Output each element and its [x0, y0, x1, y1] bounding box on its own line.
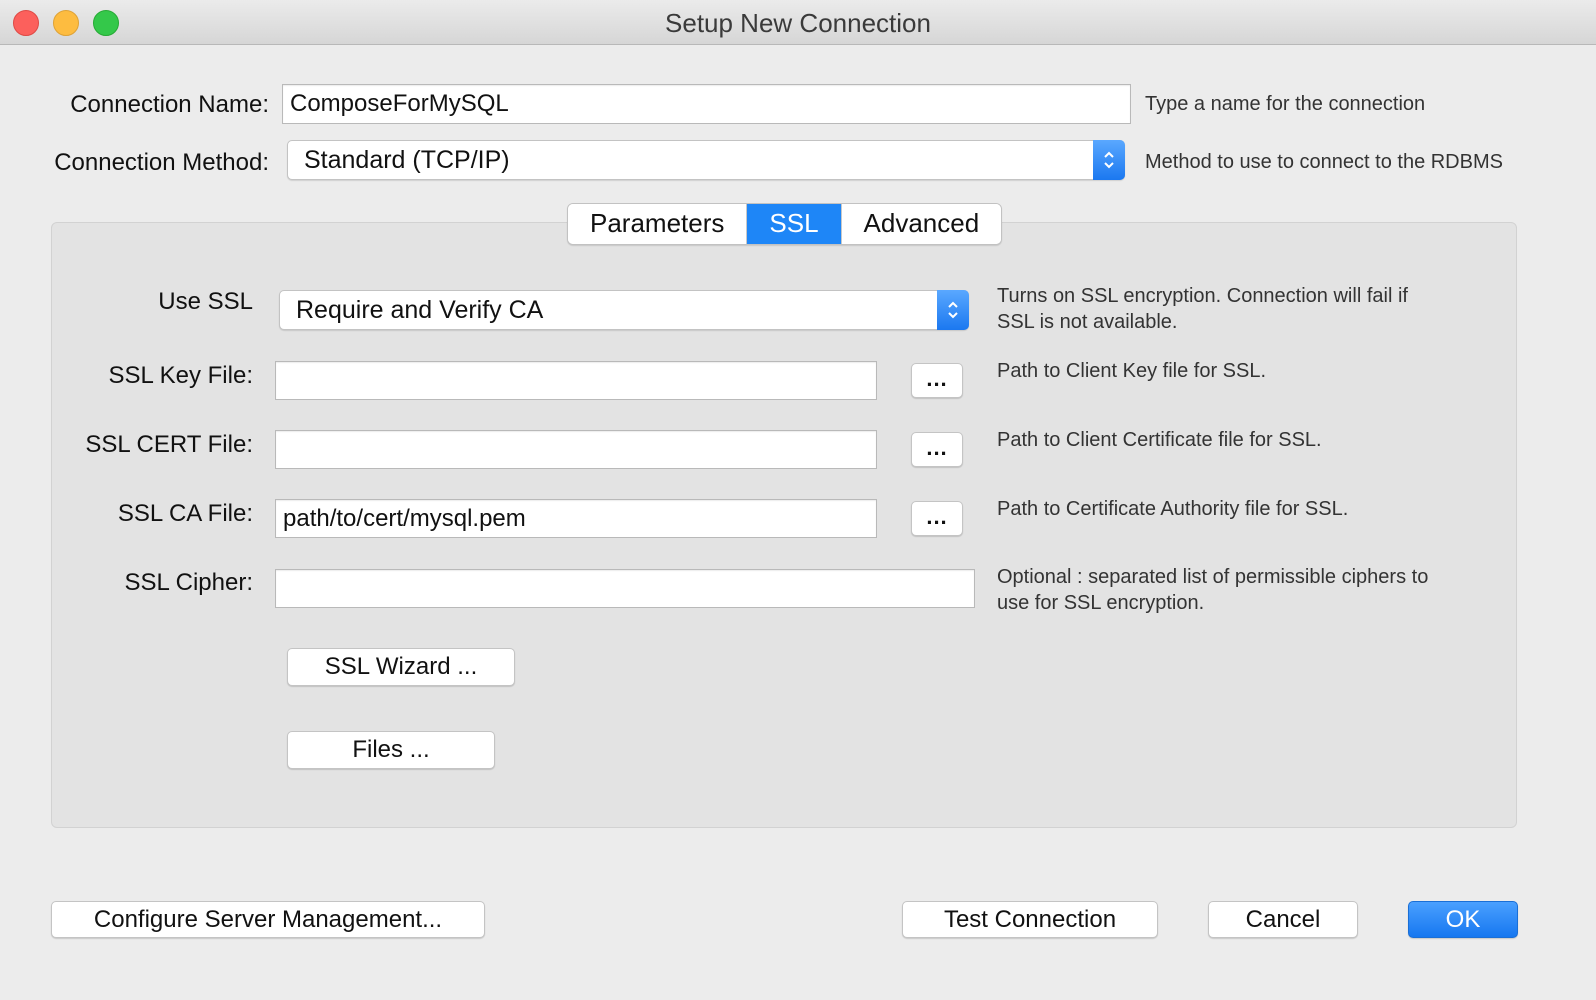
- ssl-key-file-hint: Path to Client Key file for SSL.: [997, 360, 1267, 382]
- tab-parameters[interactable]: Parameters: [568, 204, 748, 244]
- tab-advanced[interactable]: Advanced: [841, 204, 1002, 244]
- ok-button[interactable]: OK: [1408, 901, 1518, 938]
- ssl-ca-file-browse-button[interactable]: ...: [911, 501, 963, 536]
- configure-server-management-button[interactable]: Configure Server Management...: [51, 901, 485, 938]
- ssl-cert-file-hint: Path to Client Certificate file for SSL.: [997, 429, 1322, 451]
- ssl-cert-file-label: SSL CERT File:: [85, 431, 253, 458]
- cancel-button[interactable]: Cancel: [1208, 901, 1358, 938]
- chevron-up-down-icon: [1093, 140, 1125, 180]
- ssl-ca-file-hint: Path to Certificate Authority file for S…: [997, 498, 1349, 520]
- connection-method-hint: Method to use to connect to the RDBMS: [1145, 151, 1503, 173]
- window-title: Setup New Connection: [665, 8, 931, 38]
- use-ssl-select[interactable]: Require and Verify CA: [279, 290, 969, 330]
- ssl-cipher-input[interactable]: [275, 569, 975, 608]
- tab-ssl[interactable]: SSL: [747, 204, 842, 244]
- use-ssl-hint-line1: Turns on SSL encryption. Connection will…: [997, 285, 1408, 307]
- connection-name-hint: Type a name for the connection: [1145, 93, 1426, 115]
- ssl-cert-file-browse-button[interactable]: ...: [911, 432, 963, 467]
- setup-connection-window: Setup New Connection Connection Name: Co…: [0, 0, 1596, 1000]
- connection-name-label: Connection Name:: [70, 91, 269, 118]
- ssl-cert-file-input[interactable]: [275, 430, 877, 469]
- ssl-ca-file-label: SSL CA File:: [117, 500, 253, 527]
- use-ssl-value: Require and Verify CA: [296, 296, 544, 324]
- ssl-cipher-hint-line1: Optional : separated list of permissible…: [997, 566, 1429, 588]
- ssl-key-file-browse-button[interactable]: ...: [911, 363, 963, 398]
- connection-name-input[interactable]: ComposeForMySQL: [282, 84, 1131, 124]
- ssl-cipher-hint-line2: use for SSL encryption.: [997, 592, 1205, 614]
- ssl-wizard-button[interactable]: SSL Wizard ...: [287, 648, 515, 686]
- connection-method-select[interactable]: Standard (TCP/IP): [287, 140, 1125, 180]
- use-ssl-label: Use SSL: [158, 288, 253, 315]
- use-ssl-hint-line2: SSL is not available.: [997, 311, 1178, 333]
- test-connection-button[interactable]: Test Connection: [902, 901, 1158, 938]
- connection-method-value: Standard (TCP/IP): [304, 146, 510, 174]
- ssl-ca-file-input[interactable]: path/to/cert/mysql.pem: [275, 499, 877, 538]
- title-bar: Setup New Connection: [0, 0, 1596, 45]
- ssl-key-file-input[interactable]: [275, 361, 877, 400]
- ssl-cipher-hint: Optional : separated list of permissible…: [997, 564, 1428, 616]
- settings-tab-bar: Parameters SSL Advanced: [567, 203, 1003, 245]
- ssl-key-file-label: SSL Key File:: [108, 362, 253, 389]
- ssl-files-button[interactable]: Files ...: [287, 731, 495, 769]
- ssl-cipher-label: SSL Cipher:: [124, 569, 253, 596]
- use-ssl-hint: Turns on SSL encryption. Connection will…: [997, 283, 1408, 335]
- chevron-up-down-icon: [937, 290, 969, 330]
- connection-method-label: Connection Method:: [54, 149, 269, 176]
